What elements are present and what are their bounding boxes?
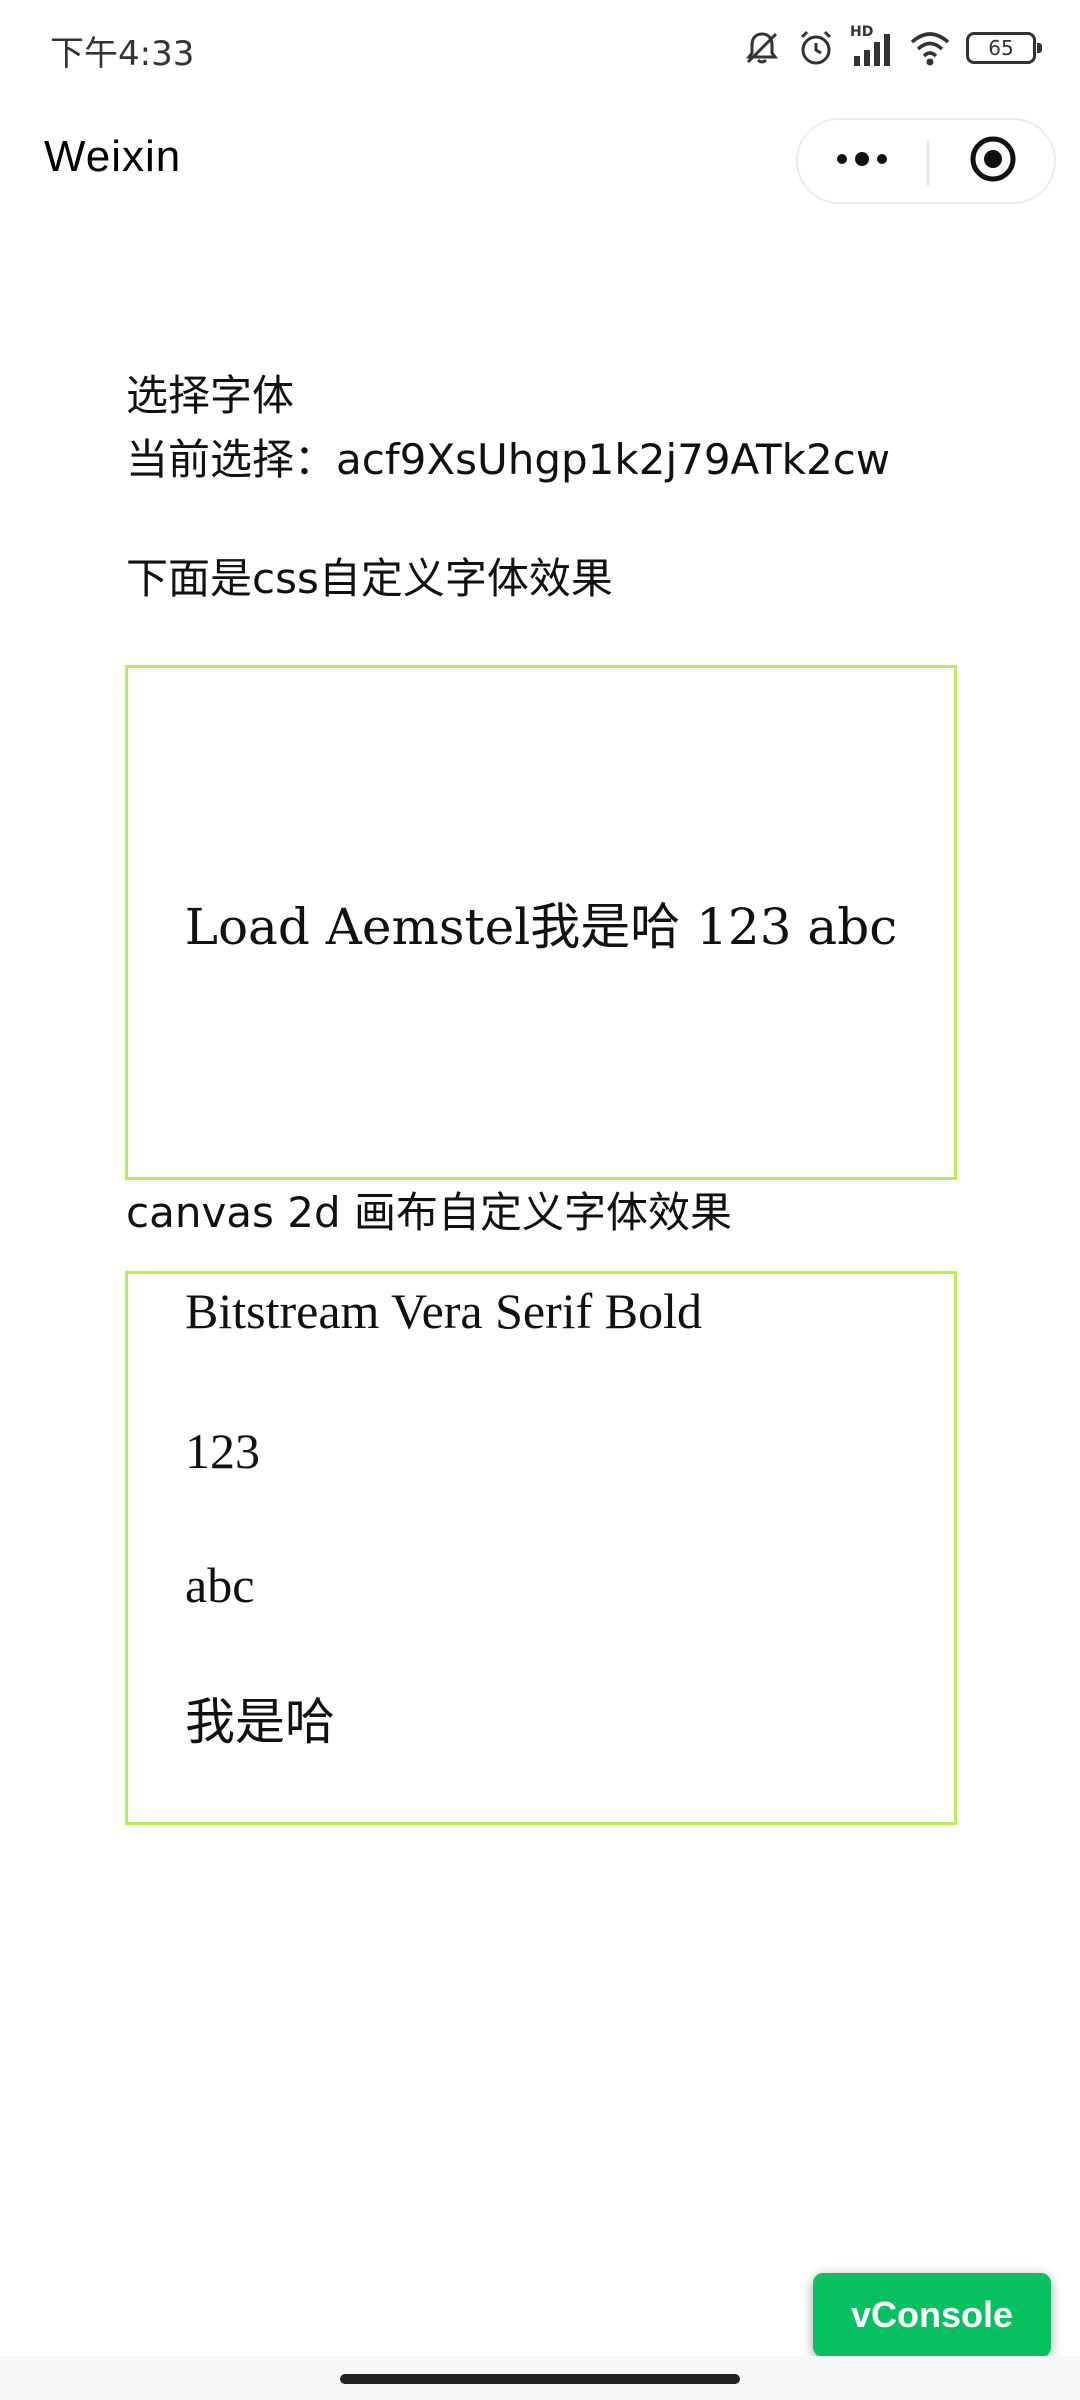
- canvas-text-line: Bitstream Vera Serif Bold: [185, 1283, 703, 1339]
- close-button[interactable]: [929, 120, 1057, 202]
- home-indicator[interactable]: [340, 2374, 740, 2384]
- canvas-text-line: 我是哈: [185, 1693, 335, 1751]
- vconsole-button[interactable]: vConsole: [813, 2273, 1051, 2357]
- nav-bar: Weixin: [0, 96, 1080, 226]
- more-dots-icon: [834, 149, 890, 173]
- status-icons: HD 65: [742, 24, 1042, 70]
- canvas-2d-preview: Bitstream Vera Serif Bold 123 abc 我是哈: [125, 1271, 957, 1825]
- status-bar: 下午4:33 HD 65: [0, 0, 1080, 96]
- page-title: Weixin: [44, 132, 182, 181]
- battery-level: 65: [988, 36, 1014, 60]
- css-font-preview: Load Aemstel我是哈 123 abc: [125, 665, 957, 1180]
- screen: 下午4:33 HD 65 Weixin 选择字体 当前选择：acf9XsUhgp…: [0, 0, 1080, 2400]
- mini-program-capsule: [796, 118, 1056, 204]
- hd-label: HD: [850, 24, 874, 40]
- gesture-bar: [0, 2356, 1080, 2400]
- current-selection-text: 当前选择：acf9XsUhgp1k2j79ATk2cw: [126, 435, 891, 484]
- canvas-text-line: 123: [185, 1423, 260, 1479]
- battery-icon: 65: [966, 32, 1042, 64]
- canvas-text-line: abc: [185, 1557, 255, 1613]
- status-time: 下午4:33: [50, 34, 195, 74]
- css-heading: 下面是css自定义字体效果: [126, 554, 613, 603]
- mute-icon: [742, 28, 782, 68]
- signal-icon: HD: [850, 24, 894, 68]
- wifi-icon: [908, 28, 952, 68]
- alarm-icon: [796, 28, 836, 68]
- css-sample-text: Load Aemstel我是哈 123 abc: [184, 897, 898, 956]
- canvas-heading: canvas 2d 画布自定义字体效果: [126, 1188, 733, 1237]
- select-font-button[interactable]: 选择字体: [126, 368, 294, 424]
- more-button[interactable]: [798, 120, 926, 202]
- target-circle-icon: [968, 134, 1018, 188]
